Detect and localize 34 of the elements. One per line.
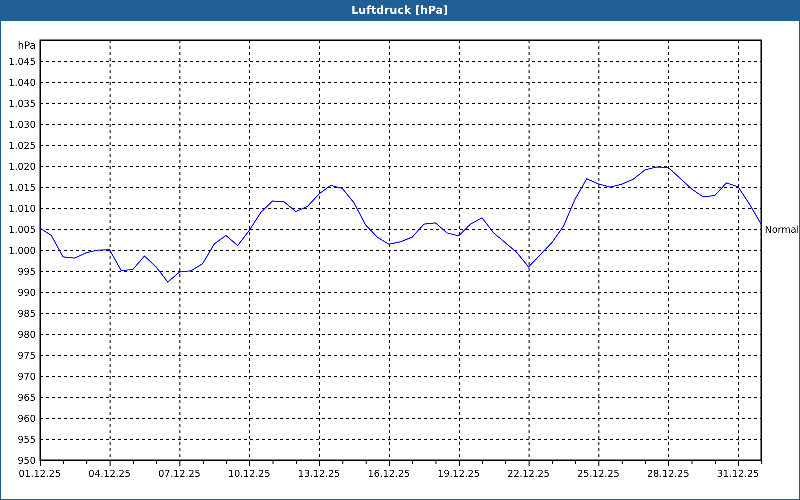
y-tick-label: 1.005 xyxy=(8,225,36,236)
y-tick-label: 995 xyxy=(18,267,36,278)
y-tick-label: 1.020 xyxy=(8,162,36,173)
x-tick-label: 19.12.25 xyxy=(438,469,480,480)
y-tick-label: 985 xyxy=(18,309,36,320)
x-tick-label: 04.12.25 xyxy=(88,469,131,480)
x-tick-label: 01.12.25 xyxy=(18,469,62,480)
x-tick-label: 22.12.25 xyxy=(508,469,550,480)
series-label: Normal xyxy=(765,224,799,236)
y-tick-label: 990 xyxy=(18,288,36,299)
y-tick-label: 1.010 xyxy=(8,204,36,215)
x-tick-label: 16.12.25 xyxy=(368,469,410,480)
window-title: Luftdruck [hPa] xyxy=(0,0,800,21)
y-tick-label: 1.040 xyxy=(8,78,36,89)
y-tick-label: 975 xyxy=(18,351,36,362)
x-tick-label: 10.12.25 xyxy=(228,469,271,480)
y-tick-label: 1.015 xyxy=(8,183,36,194)
y-tick-label: 955 xyxy=(18,435,36,446)
y-tick-label: 1.030 xyxy=(8,120,36,131)
x-tick-label: 28.12.25 xyxy=(647,469,690,480)
y-tick-label: 965 xyxy=(18,393,36,404)
x-tick-label: 13.12.25 xyxy=(298,469,340,480)
x-tick-label: 31.12.25 xyxy=(717,469,760,480)
y-tick-label: 970 xyxy=(18,372,36,383)
y-axis-unit: hPa xyxy=(18,41,36,52)
y-tick-label: 1.035 xyxy=(8,99,36,110)
y-tick-label: 1.000 xyxy=(8,246,36,257)
x-tick-label: 25.12.25 xyxy=(578,469,620,480)
y-tick-label: 1.045 xyxy=(8,57,36,68)
y-tick-label: 950 xyxy=(18,456,36,467)
y-tick-label: 960 xyxy=(18,414,36,425)
y-tick-label: 1.025 xyxy=(8,141,36,152)
x-tick-label: 07.12.25 xyxy=(158,469,201,480)
y-tick-label: 980 xyxy=(18,330,36,341)
